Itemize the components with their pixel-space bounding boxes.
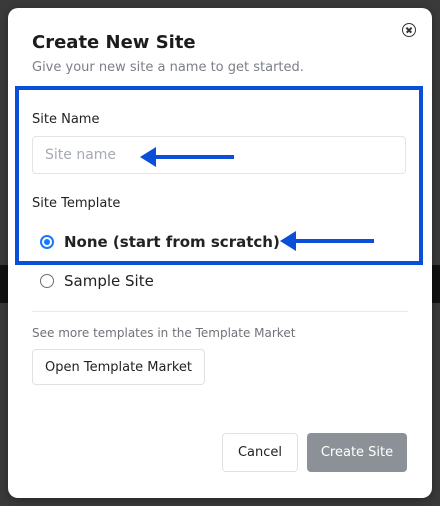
dialog-subtitle: Give your new site a name to get started… — [32, 60, 304, 75]
radio-unchecked-icon[interactable] — [40, 274, 54, 288]
site-name-label: Site Name — [32, 112, 100, 127]
template-option-none[interactable]: None (start from scratch) — [40, 233, 280, 251]
template-option-sample-site[interactable]: Sample Site — [40, 272, 154, 290]
annotation-arrow-icon — [140, 147, 234, 167]
cancel-button[interactable]: Cancel — [222, 433, 298, 472]
template-option-label: Sample Site — [64, 272, 154, 290]
site-template-label: Site Template — [32, 196, 121, 211]
close-icon[interactable] — [402, 23, 416, 37]
create-site-dialog: Create New Site Give your new site a nam… — [8, 8, 432, 498]
annotation-arrow-icon — [280, 231, 374, 251]
create-site-button[interactable]: Create Site — [307, 433, 407, 472]
radio-checked-icon[interactable] — [40, 235, 54, 249]
open-template-market-button[interactable]: Open Template Market — [32, 349, 205, 385]
dialog-title: Create New Site — [32, 32, 196, 53]
divider — [32, 311, 408, 312]
template-market-hint: See more templates in the Template Marke… — [32, 326, 296, 340]
template-option-label: None (start from scratch) — [64, 233, 280, 251]
